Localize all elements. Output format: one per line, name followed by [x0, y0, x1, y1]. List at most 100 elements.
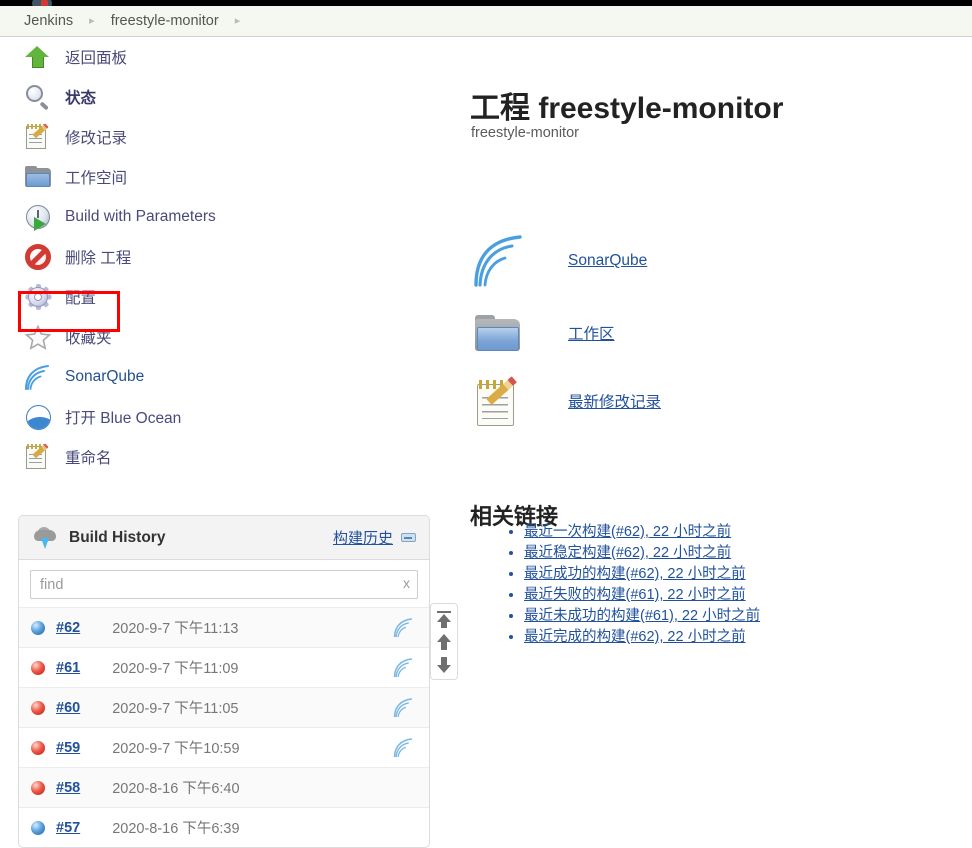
collapse-icon[interactable] — [401, 533, 416, 542]
build-history-scroll-controls — [430, 603, 458, 680]
top-navbar — [0, 0, 972, 6]
sidebar-item-delete-project[interactable]: 删除 工程 — [0, 237, 448, 277]
sidebar-item-changes[interactable]: 修改记录 — [0, 117, 448, 157]
build-date: 2020-9-7 下午11:09 — [112, 661, 239, 677]
build-history-panel: Build History 构建历史 x #62 2020-9-7 下午11:1… — [18, 515, 430, 848]
sidebar-item-label: SonarQube — [65, 368, 145, 385]
sidebar-item-label: 重命名 — [65, 450, 112, 467]
related-link[interactable]: 最近失败的构建(#61), 22 小时之前 — [524, 587, 746, 603]
sidebar-item-label: 收藏夹 — [65, 330, 112, 347]
list-item: 最近一次构建(#62), 22 小时之前 — [524, 522, 760, 543]
action-recent-changes[interactable]: 最新修改记录 — [470, 373, 661, 429]
table-row[interactable]: #62 2020-9-7 下午11:13 — [19, 607, 429, 647]
related-links-list: 最近一次构建(#62), 22 小时之前 最近稳定构建(#62), 22 小时之… — [502, 522, 760, 648]
build-history-find-input[interactable] — [30, 570, 418, 599]
action-label: 最新修改记录 — [568, 394, 662, 411]
table-row[interactable]: #57 2020-8-16 下午6:39 — [19, 807, 429, 847]
breadcrumb-separator-icon: ▸ — [89, 14, 95, 27]
main-content: 工程 freestyle-monitor freestyle-monitor S… — [448, 37, 972, 839]
forbidden-icon — [22, 241, 54, 273]
scroll-up-button[interactable] — [436, 633, 452, 651]
build-number-link[interactable]: #58 — [56, 780, 80, 796]
page-title: 工程 freestyle-monitor — [470, 92, 784, 126]
build-history-title: Build History — [69, 528, 166, 546]
sonar-waves-icon — [22, 361, 54, 393]
up-arrow-icon — [22, 41, 54, 73]
status-ball-icon — [31, 700, 45, 715]
table-row[interactable]: #58 2020-8-16 下午6:40 — [19, 767, 429, 807]
build-number-link[interactable]: #57 — [56, 820, 80, 836]
sonar-waves-icon — [393, 657, 415, 679]
list-item: 最近完成的构建(#62), 22 小时之前 — [524, 627, 760, 648]
table-row[interactable]: #59 2020-9-7 下午10:59 — [19, 727, 429, 767]
status-ball-icon — [31, 740, 45, 755]
sidebar-item-label: 状态 — [65, 90, 97, 107]
breadcrumb-bar: Jenkins ▸ freestyle-monitor ▸ — [0, 6, 972, 37]
build-history-header-right: 构建历史 — [333, 527, 416, 548]
breadcrumb-separator-icon: ▸ — [234, 14, 241, 27]
build-number-link[interactable]: #62 — [56, 620, 80, 636]
sidebar-item-rename[interactable]: 重命名 — [0, 437, 448, 477]
sidebar-item-open-blue-ocean[interactable]: 打开 Blue Ocean — [0, 397, 448, 437]
related-link[interactable]: 最近一次构建(#62), 22 小时之前 — [524, 524, 731, 540]
notepad-pencil-icon — [22, 441, 54, 473]
sidebar-item-label: 返回面板 — [65, 50, 128, 67]
breadcrumb-item-jenkins[interactable]: Jenkins — [22, 13, 75, 29]
sidebar-item-label: 打开 Blue Ocean — [65, 410, 182, 427]
related-link[interactable]: 最近稳定构建(#62), 22 小时之前 — [524, 545, 731, 561]
build-history-find-row: x — [19, 560, 429, 607]
breadcrumb-item-freestyle-monitor[interactable]: freestyle-monitor — [109, 13, 221, 29]
build-history-link[interactable]: 构建历史 — [333, 527, 393, 548]
star-icon — [22, 321, 54, 353]
search-icon — [22, 81, 54, 113]
clock-play-icon — [22, 201, 54, 233]
list-item: 最近成功的构建(#62), 22 小时之前 — [524, 564, 760, 585]
folder-icon — [470, 305, 526, 361]
sidebar-item-label: 配置 — [65, 290, 97, 307]
sidebar-item-label: Build with Parameters — [65, 208, 216, 225]
related-link[interactable]: 最近完成的构建(#62), 22 小时之前 — [524, 629, 746, 645]
scroll-to-top-button[interactable] — [436, 610, 452, 628]
build-number-link[interactable]: #60 — [56, 700, 80, 716]
build-number-link[interactable]: #61 — [56, 660, 80, 676]
notepad-pencil-icon — [22, 121, 54, 153]
sonar-waves-icon — [393, 617, 415, 639]
blue-ocean-icon — [22, 401, 54, 433]
build-number-link[interactable]: #59 — [56, 740, 80, 756]
table-row[interactable]: #61 2020-9-7 下午11:09 — [19, 647, 429, 687]
build-date: 2020-8-16 下午6:40 — [112, 781, 240, 797]
build-date: 2020-9-7 下午10:59 — [112, 741, 240, 757]
sidebar-item-favorites[interactable]: 收藏夹 — [0, 317, 448, 357]
cloud-lightning-icon — [33, 526, 59, 550]
clear-find-button[interactable]: x — [403, 575, 410, 591]
action-workspace[interactable]: 工作区 — [470, 305, 615, 361]
build-date: 2020-9-7 下午11:05 — [112, 701, 239, 717]
notepad-pencil-icon — [470, 373, 526, 429]
sonar-waves-icon — [470, 233, 526, 289]
sidebar-item-label: 删除 工程 — [65, 250, 132, 267]
jenkins-logo-icon[interactable] — [30, 0, 56, 6]
sidebar-item-workspace[interactable]: 工作空间 — [0, 157, 448, 197]
sidebar: 返回面板 状态 修改记录 工作空间 Build with Parameters — [0, 37, 458, 848]
status-ball-icon — [31, 620, 45, 635]
sidebar-item-back-to-dashboard[interactable]: 返回面板 — [0, 37, 448, 77]
list-item: 最近稳定构建(#62), 22 小时之前 — [524, 543, 760, 564]
sidebar-item-status[interactable]: 状态 — [0, 77, 448, 117]
related-link[interactable]: 最近成功的构建(#62), 22 小时之前 — [524, 566, 746, 582]
sidebar-item-configure[interactable]: 配置 — [0, 277, 448, 317]
breadcrumb: Jenkins ▸ freestyle-monitor ▸ — [22, 6, 254, 36]
project-description: freestyle-monitor — [471, 125, 579, 141]
status-ball-icon — [31, 820, 45, 835]
scroll-down-button[interactable] — [436, 656, 452, 674]
sidebar-item-build-with-parameters[interactable]: Build with Parameters — [0, 197, 448, 237]
related-link[interactable]: 最近未成功的构建(#61), 22 小时之前 — [524, 608, 760, 624]
action-sonarqube[interactable]: SonarQube — [470, 233, 647, 289]
sidebar-item-sonarqube[interactable]: SonarQube — [0, 357, 448, 397]
table-row[interactable]: #60 2020-9-7 下午11:05 — [19, 687, 429, 727]
sonar-waves-icon — [393, 697, 415, 719]
action-label: SonarQube — [568, 252, 648, 269]
status-ball-icon — [31, 780, 45, 795]
jenkins-logo-tie — [41, 0, 48, 6]
sonar-waves-icon — [393, 737, 415, 759]
sidebar-item-label: 工作空间 — [65, 170, 128, 187]
